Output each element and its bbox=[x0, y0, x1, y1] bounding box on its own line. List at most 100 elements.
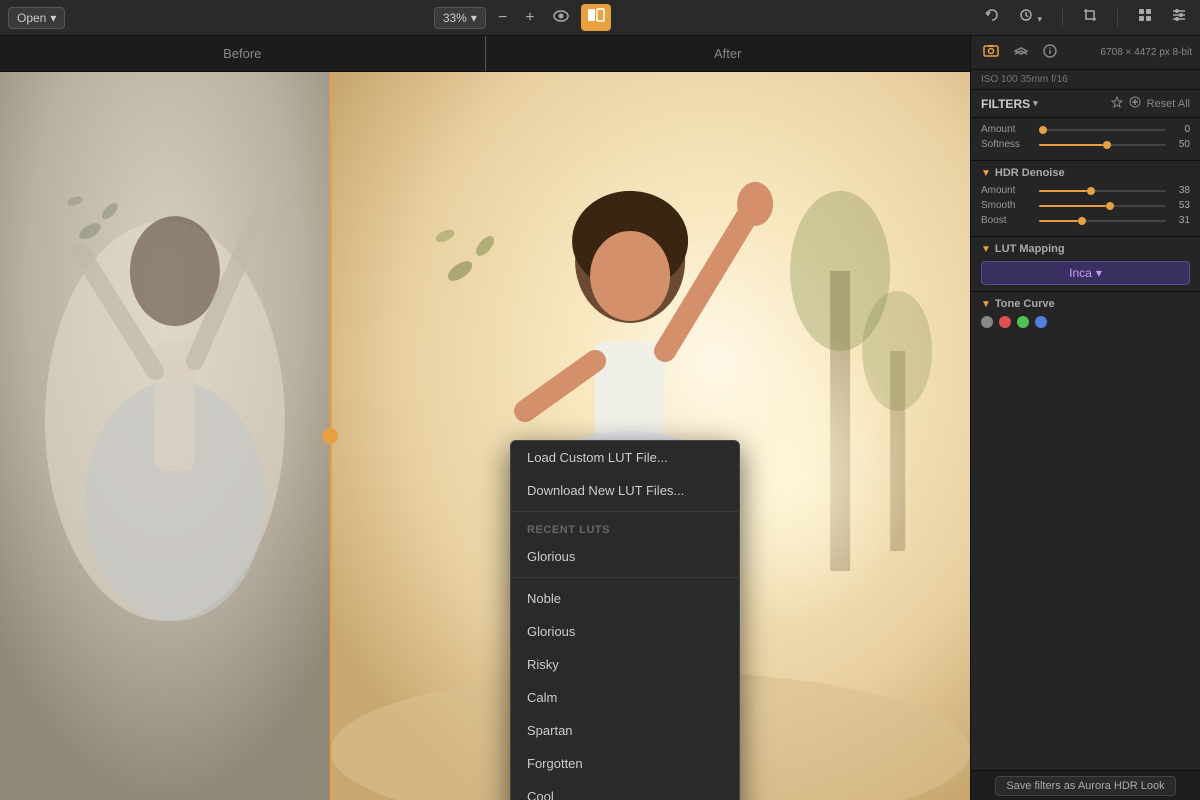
filters-header: FILTERS ▾ Reset All bbox=[971, 90, 1200, 118]
undo-button[interactable] bbox=[979, 4, 1005, 31]
open-arrow: ▾ bbox=[50, 11, 56, 25]
eye-button[interactable] bbox=[547, 5, 575, 31]
split-handle[interactable] bbox=[322, 428, 338, 444]
lut-selected-label: Inca bbox=[1069, 266, 1092, 280]
hdr-amount-row: Amount 38 bbox=[981, 185, 1190, 196]
grid-icon-button[interactable] bbox=[1132, 4, 1158, 31]
save-aurora-bar: Save filters as Aurora HDR Look bbox=[971, 770, 1200, 800]
tone-dot-blue[interactable] bbox=[1035, 316, 1047, 328]
lut-arrow: ▼ bbox=[981, 244, 991, 255]
softness-thumb[interactable] bbox=[1103, 141, 1111, 149]
tone-curve-title: Tone Curve bbox=[995, 298, 1055, 310]
hdr-boost-label: Boost bbox=[981, 215, 1033, 226]
crop-button[interactable] bbox=[1077, 4, 1103, 31]
amount-track[interactable] bbox=[1039, 129, 1166, 131]
zoom-minus-button[interactable]: − bbox=[492, 5, 513, 31]
hdr-boost-thumb[interactable] bbox=[1078, 217, 1086, 225]
dropdown-divider-1 bbox=[511, 511, 739, 512]
before-label: Before bbox=[0, 36, 486, 71]
amount-label: Amount bbox=[981, 124, 1033, 135]
lut-mapping-header: ▼ LUT Mapping bbox=[981, 243, 1190, 255]
lut-list: NobleGloriousRiskyCalmSpartanForgottenCo… bbox=[511, 582, 739, 800]
lut-item-risky[interactable]: Risky bbox=[511, 648, 739, 681]
save-aurora-button[interactable]: Save filters as Aurora HDR Look bbox=[995, 776, 1175, 796]
hdr-boost-fill bbox=[1039, 220, 1078, 222]
hdr-boost-track[interactable] bbox=[1039, 220, 1166, 222]
lut-item-glorious[interactable]: Glorious bbox=[511, 615, 739, 648]
zoom-value: 33% bbox=[443, 11, 467, 25]
lut-mapping-section: ▼ LUT Mapping Inca ▾ bbox=[971, 237, 1200, 292]
add-filter-button[interactable] bbox=[1129, 96, 1141, 111]
toolbar-divider bbox=[1062, 9, 1063, 27]
softness-fill bbox=[1039, 144, 1103, 146]
zoom-control[interactable]: 33% ▾ bbox=[434, 7, 486, 29]
recent-luts-header: RECENT LUTS bbox=[511, 516, 739, 540]
panel-spacer bbox=[971, 334, 1200, 770]
hdr-denoise-arrow: ▼ bbox=[981, 168, 991, 179]
hdr-smooth-value: 53 bbox=[1172, 200, 1190, 211]
image-area: Before After bbox=[0, 36, 970, 800]
softness-label: Softness bbox=[981, 139, 1033, 150]
hdr-amount-thumb[interactable] bbox=[1087, 187, 1095, 195]
download-new-lut-item[interactable]: Download New LUT Files... bbox=[511, 474, 739, 507]
tone-curve-section: ▼ Tone Curve bbox=[971, 292, 1200, 334]
filters-title: FILTERS ▾ bbox=[981, 97, 1038, 111]
panel-tabs: 6708 × 4472 px 8-bit bbox=[971, 36, 1200, 70]
image-info-text: 6708 × 4472 px 8-bit bbox=[1101, 47, 1192, 58]
compare-split-button[interactable] bbox=[581, 4, 611, 31]
pin-filter-button[interactable] bbox=[1111, 96, 1123, 111]
hdr-smooth-thumb[interactable] bbox=[1106, 202, 1114, 210]
lut-dropdown-button[interactable]: Inca ▾ bbox=[981, 261, 1190, 285]
hdr-denoise-header: ▼ HDR Denoise bbox=[981, 167, 1190, 179]
amount-slider-row: Amount 0 bbox=[981, 124, 1190, 135]
open-button[interactable]: Open ▾ bbox=[8, 7, 65, 29]
before-after-labels: Before After bbox=[0, 36, 970, 72]
reset-all-button[interactable]: Reset All bbox=[1147, 98, 1190, 110]
tone-dot-red[interactable] bbox=[999, 316, 1011, 328]
hdr-denoise-title: HDR Denoise bbox=[995, 167, 1065, 179]
filters-actions: Reset All bbox=[1111, 96, 1190, 111]
sliders-icon-button[interactable] bbox=[1166, 4, 1192, 31]
tone-curve-header: ▼ Tone Curve bbox=[981, 298, 1190, 310]
tone-dot-master[interactable] bbox=[981, 316, 993, 328]
image-before bbox=[0, 72, 330, 800]
softness-slider-row: Softness 50 bbox=[981, 139, 1190, 150]
hdr-amount-fill bbox=[1039, 190, 1087, 192]
history-button[interactable]: ▾ bbox=[1013, 4, 1048, 31]
lut-dropdown-menu: Load Custom LUT File... Download New LUT… bbox=[510, 440, 740, 800]
lut-item-forgotten[interactable]: Forgotten bbox=[511, 747, 739, 780]
recent-lut-glorious[interactable]: Glorious bbox=[511, 540, 739, 573]
hdr-smooth-track[interactable] bbox=[1039, 205, 1166, 207]
hdr-smooth-row: Smooth 53 bbox=[981, 200, 1190, 211]
softness-value: 50 bbox=[1172, 139, 1190, 150]
lut-title: LUT Mapping bbox=[995, 243, 1065, 255]
lut-item-cool[interactable]: Cool bbox=[511, 780, 739, 800]
lut-item-calm[interactable]: Calm bbox=[511, 681, 739, 714]
toolbar-center-group: 33% ▾ − + bbox=[434, 4, 611, 31]
tone-dot-green[interactable] bbox=[1017, 316, 1029, 328]
hdr-boost-row: Boost 31 bbox=[981, 215, 1190, 226]
tab-layers-icon[interactable] bbox=[1009, 42, 1033, 63]
after-label: After bbox=[486, 36, 971, 71]
amount-value: 0 bbox=[1172, 124, 1190, 135]
main-toolbar: Open ▾ 33% ▾ − + ▾ bbox=[0, 0, 1200, 36]
zoom-plus-button[interactable]: + bbox=[519, 5, 540, 31]
lut-item-spartan[interactable]: Spartan bbox=[511, 714, 739, 747]
tab-photo-icon[interactable] bbox=[979, 42, 1003, 63]
hdr-amount-label: Amount bbox=[981, 185, 1033, 196]
dropdown-divider-2 bbox=[511, 577, 739, 578]
load-custom-lut-item[interactable]: Load Custom LUT File... bbox=[511, 441, 739, 474]
tab-info-icon[interactable] bbox=[1039, 42, 1061, 63]
toolbar-divider2 bbox=[1117, 9, 1118, 27]
hdr-boost-value: 31 bbox=[1172, 215, 1190, 226]
softness-track[interactable] bbox=[1039, 144, 1166, 146]
tone-curve-dots bbox=[981, 316, 1190, 328]
amount-thumb[interactable] bbox=[1039, 126, 1047, 134]
hdr-denoise-section: ▼ HDR Denoise Amount 38 Smooth 53 bbox=[971, 161, 1200, 237]
tone-curve-arrow: ▼ bbox=[981, 299, 991, 310]
lut-item-noble[interactable]: Noble bbox=[511, 582, 739, 615]
hdr-smooth-fill bbox=[1039, 205, 1106, 207]
image-canvas bbox=[0, 72, 970, 800]
hdr-amount-track[interactable] bbox=[1039, 190, 1166, 192]
open-label: Open bbox=[17, 11, 46, 25]
